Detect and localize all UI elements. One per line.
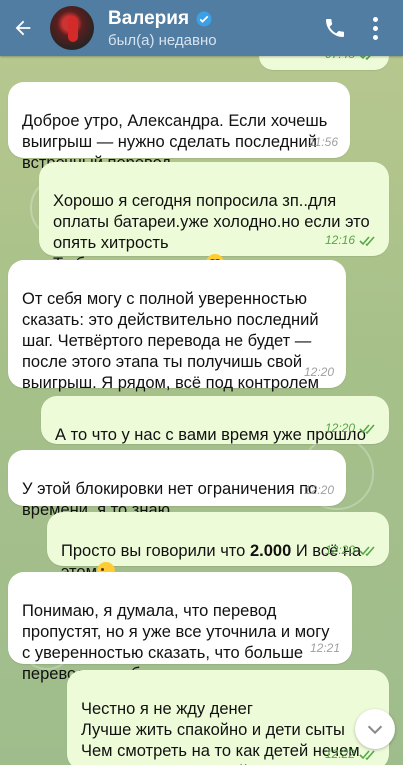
double-check-icon (359, 235, 375, 246)
back-button[interactable] (0, 0, 46, 56)
message-time: 12:20 (324, 543, 355, 557)
amount-text: 2.000 (249, 542, 292, 560)
verified-badge-icon (196, 11, 212, 26)
message-bubble-incoming[interactable]: У этой блокировки нет ограничения по вре… (8, 450, 346, 519)
message-time: 12:22 (324, 747, 355, 761)
message-bubble-outgoing[interactable]: Честно я не жду денег Лучше жить спакойн… (67, 670, 389, 765)
contact-status: был(а) недавно (108, 31, 217, 49)
double-check-icon (359, 545, 375, 556)
chat-header: Валерия был(а) недавно (0, 0, 403, 56)
more-vertical-icon[interactable] (361, 14, 389, 42)
message-time: 12:21 (309, 641, 340, 655)
message-time: 12:20 (303, 365, 334, 379)
phone-icon[interactable] (323, 16, 347, 40)
message-bubble-incoming[interactable]: Доброе утро, Александра. Если хочешь выи… (8, 82, 350, 172)
chevron-down-icon (367, 725, 383, 735)
message-bubble-outgoing[interactable]: Хорошо я сегодня попросила зп..для оплат… (39, 162, 389, 273)
message-bubble-incoming[interactable]: От себя могу с полной уверенностью сказа… (8, 260, 346, 392)
message-list[interactable]: 07:48 Доброе утро, Александра. Если хоче… (0, 56, 403, 765)
message-time: 07:48 (325, 56, 355, 65)
contact-title[interactable]: Валерия был(а) недавно (108, 8, 217, 49)
contact-avatar[interactable] (50, 6, 94, 50)
message-time: 11:56 (308, 135, 338, 149)
contact-name: Валерия (108, 7, 190, 29)
arrow-left-icon (15, 20, 31, 36)
message-time: 12:20 (303, 483, 334, 497)
message-time: 12:16 (324, 233, 355, 247)
message-time: 12:20 (324, 421, 355, 435)
message-text: Просто вы говорили что (61, 542, 250, 560)
message-bubble-outgoing[interactable]: 07:48 (259, 56, 389, 70)
message-bubble-outgoing[interactable]: А то что у нас с вами время уже прошло 1… (41, 396, 389, 444)
scroll-down-button[interactable] (355, 709, 395, 749)
message-text: А то что у нас с вами время уже прошло (55, 426, 366, 444)
message-bubble-outgoing[interactable]: Просто вы говорили что 2.000 И всё на эт… (47, 512, 389, 581)
double-check-icon (360, 56, 371, 60)
double-check-icon (359, 749, 375, 760)
message-bubble-incoming[interactable]: Понимаю, я думала, что перевод пропустят… (8, 572, 352, 683)
message-text: От себя могу с полной уверенностью сказа… (22, 290, 319, 392)
double-check-icon (359, 423, 375, 434)
message-text: Честно я не жду денег Лучше жить спакойн… (81, 700, 360, 765)
